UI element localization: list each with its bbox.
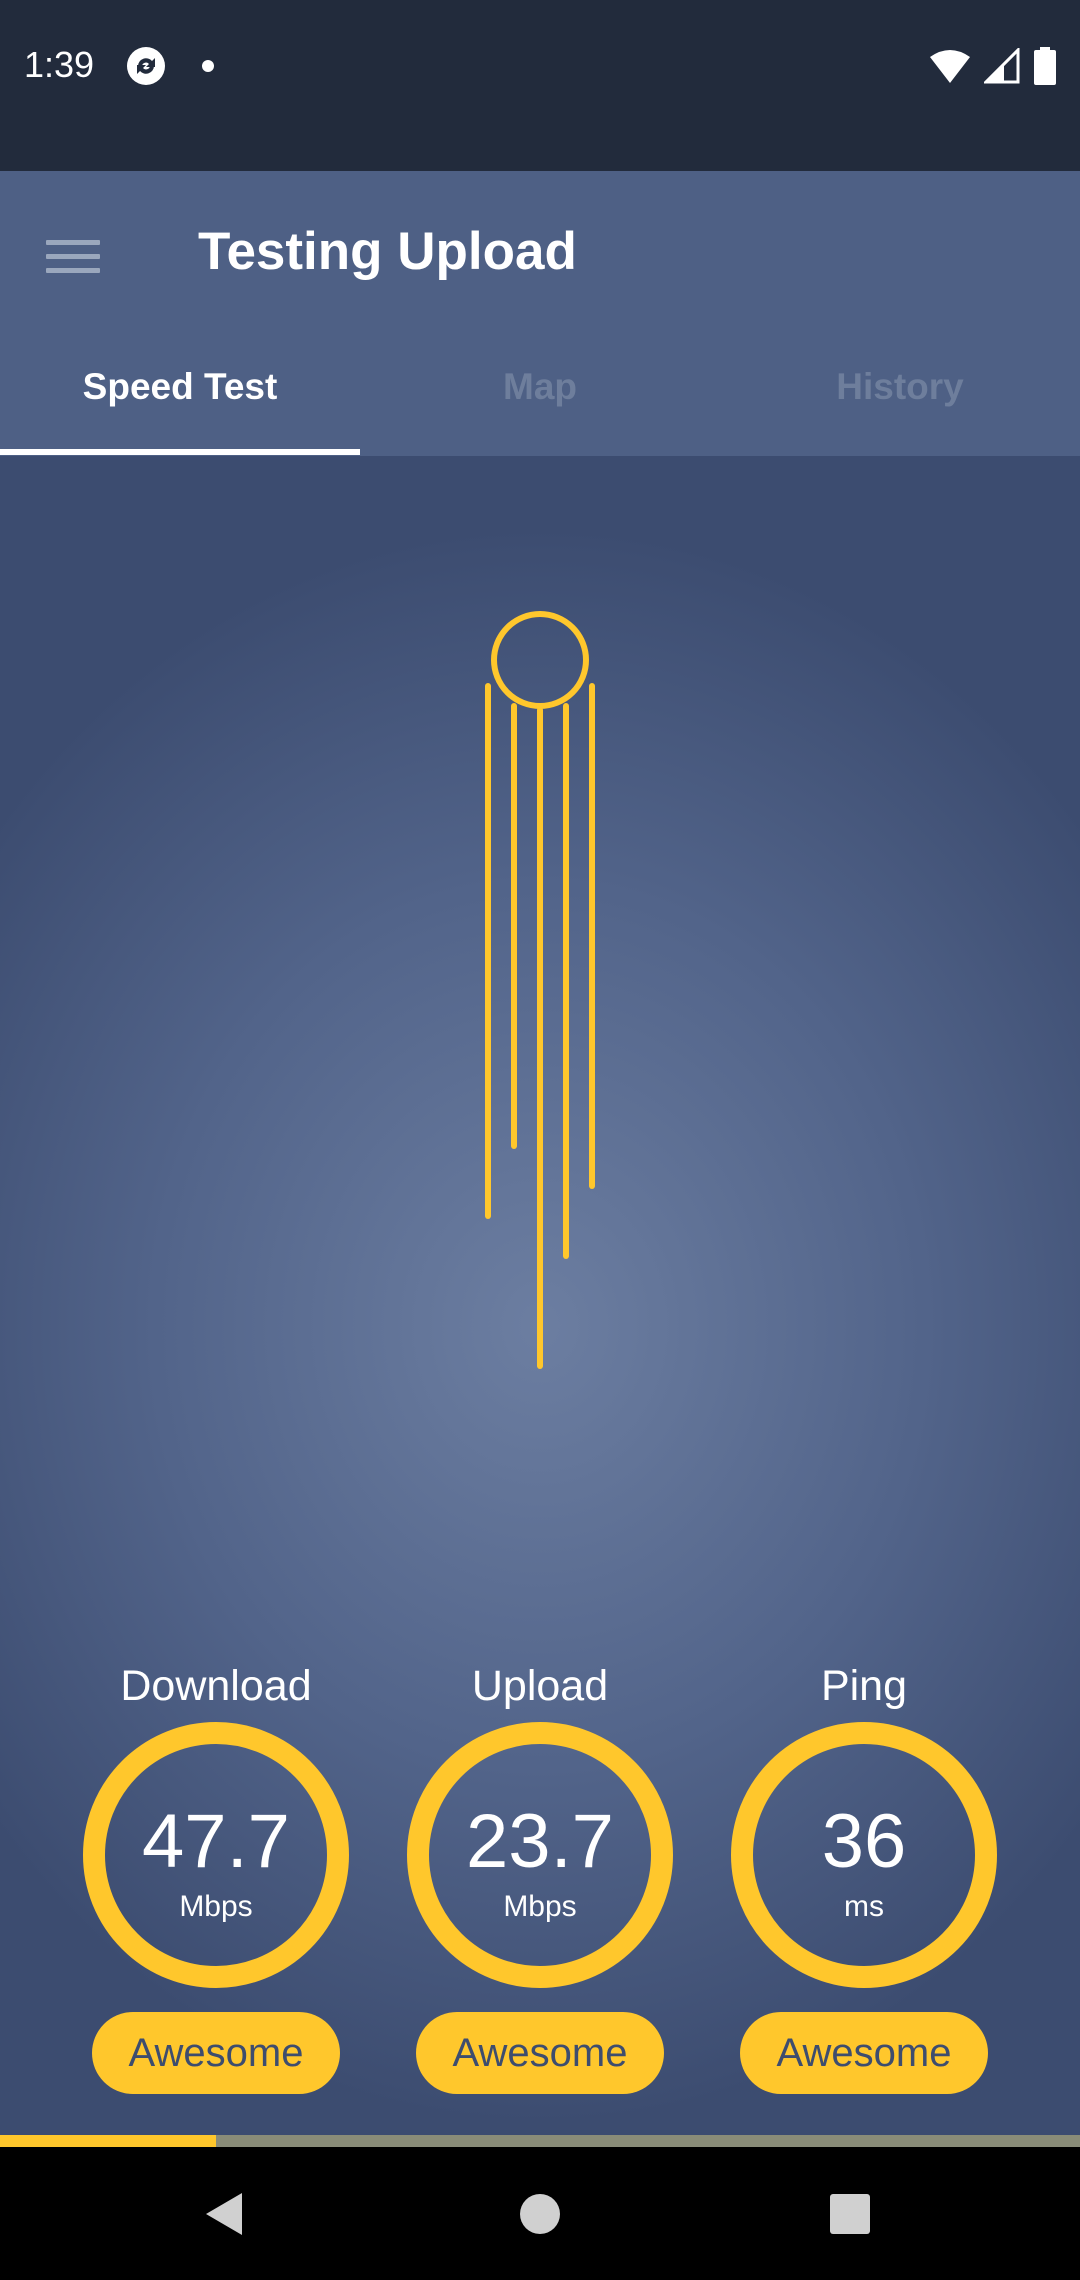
download-label: Download [120, 1662, 312, 1710]
home-icon[interactable] [513, 2187, 567, 2241]
upload-rating-badge: Awesome [416, 2012, 664, 2094]
download-unit: Mbps [179, 1890, 253, 1923]
test-progress-fill [0, 2135, 216, 2147]
wifi-icon [930, 50, 970, 83]
upload-metric: Upload 23.7 Mbps Awesome [390, 1656, 690, 2094]
back-icon[interactable] [198, 2187, 252, 2241]
speed-test-panel: Download 47.7 Mbps Awesome Upload 23.7 M… [0, 456, 1080, 2138]
notification-dot [202, 60, 214, 72]
tab-speed-test[interactable]: Speed Test [0, 343, 360, 451]
recents-icon[interactable] [823, 2187, 877, 2241]
active-tab-indicator [0, 449, 360, 455]
download-metric: Download 47.7 Mbps Awesome [66, 1656, 366, 2094]
ping-gauge: 36 ms [731, 1722, 997, 1988]
download-rating-badge: Awesome [92, 2012, 340, 2094]
app-bar: Testing Upload Speed Test Map History [0, 171, 1080, 456]
tab-map[interactable]: Map [360, 343, 720, 451]
ping-value: 36 [821, 1799, 907, 1884]
menu-icon[interactable] [46, 231, 106, 291]
page-title: Testing Upload [198, 222, 577, 281]
status-icons [930, 44, 1056, 88]
ping-rating-badge: Awesome [740, 2012, 988, 2094]
ping-unit: ms [844, 1890, 884, 1923]
upload-unit: Mbps [503, 1890, 577, 1923]
system-nav-bar [0, 2147, 1080, 2280]
status-time: 1:39 [24, 44, 95, 85]
download-gauge: 47.7 Mbps [83, 1722, 349, 1988]
upload-label: Upload [471, 1662, 609, 1710]
speedtest-notification-icon [127, 47, 165, 85]
tab-history[interactable]: History [720, 343, 1080, 451]
status-bar: 1:39 [0, 0, 1080, 171]
ping-metric: Ping 36 ms Awesome [714, 1656, 1014, 2094]
ping-label: Ping [820, 1662, 908, 1710]
upload-value: 23.7 [466, 1799, 614, 1884]
cell-signal-icon [984, 48, 1020, 84]
download-value: 47.7 [142, 1799, 290, 1884]
battery-icon [1034, 47, 1056, 85]
upload-rocket-icon [485, 611, 595, 1369]
test-progress-bar [0, 2135, 1080, 2147]
upload-gauge: 23.7 Mbps [407, 1722, 673, 1988]
tab-bar: Speed Test Map History [0, 343, 1080, 456]
